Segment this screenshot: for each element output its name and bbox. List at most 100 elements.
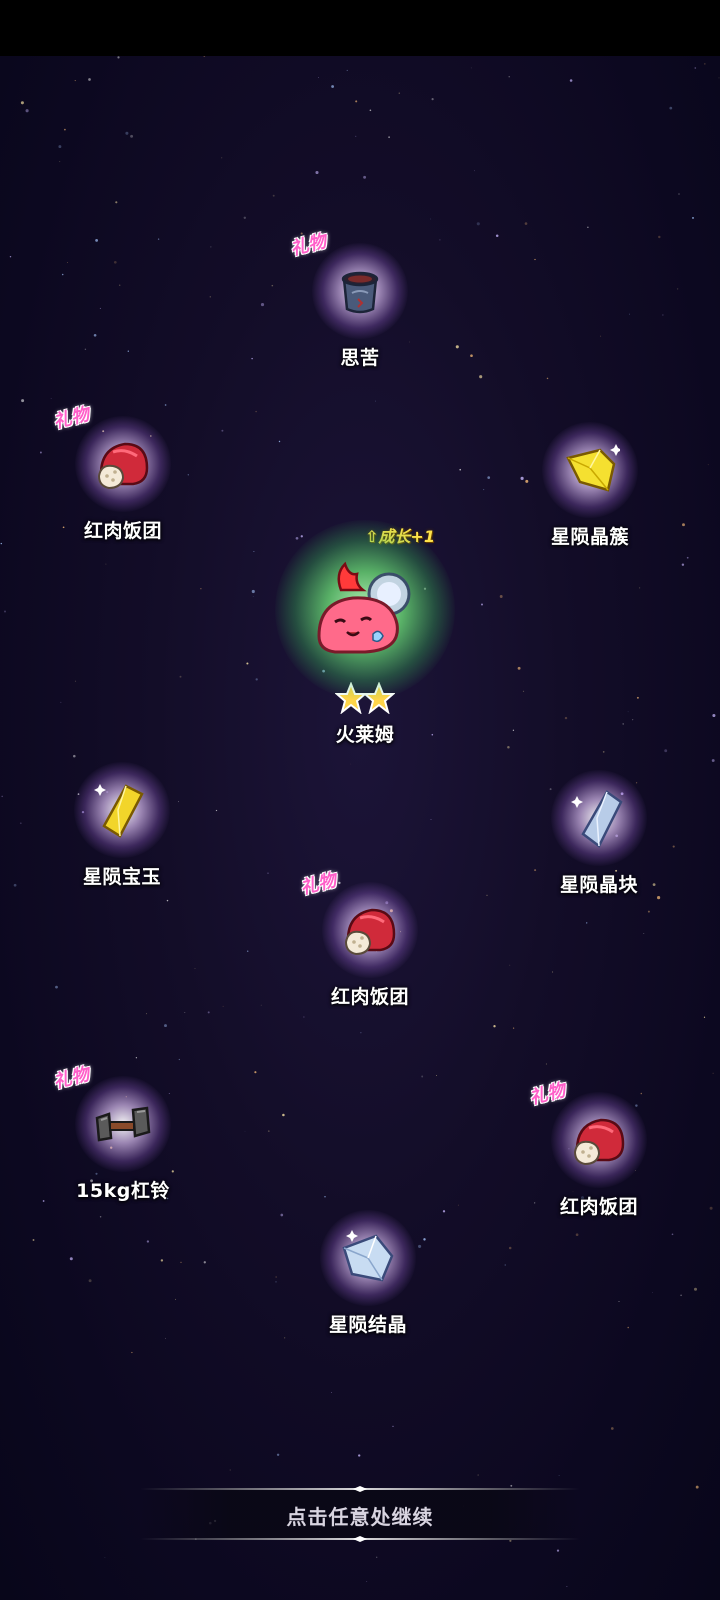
background-star — [546, 377, 549, 380]
item-glow — [322, 882, 418, 978]
background-star — [194, 968, 196, 969]
background-star — [524, 222, 528, 225]
background-star — [509, 1539, 512, 1542]
background-star — [355, 100, 358, 103]
item-glow — [320, 1210, 416, 1306]
background-star — [166, 899, 169, 902]
blue-crystal-icon — [571, 790, 623, 848]
background-star — [664, 749, 668, 753]
background-star — [350, 763, 352, 765]
background-star — [267, 1130, 270, 1132]
reward-item-rice-ball[interactable]: 礼物 红肉饭团 — [33, 404, 213, 543]
background-star — [146, 1013, 148, 1015]
item-label: 思苦 — [340, 347, 380, 369]
yellow-star-crystal-icon — [566, 444, 620, 492]
gift-tag: 礼物 — [51, 1063, 92, 1093]
gift-tag: 礼物 — [51, 403, 92, 433]
background-star — [0, 542, 3, 545]
background-star — [13, 883, 17, 887]
background-star — [244, 1130, 246, 1132]
reward-item-star-gem[interactable]: 星陨宝玉 — [32, 762, 212, 889]
background-star — [474, 170, 475, 172]
reward-item-star-crystal-cluster[interactable]: 星陨晶簇 — [500, 422, 680, 549]
background-star — [587, 226, 589, 228]
tap-to-continue-bar[interactable]: 点击任意处继续 — [140, 1486, 580, 1542]
dumbbell-icon — [95, 1106, 151, 1142]
background-star — [355, 135, 357, 138]
background-star — [59, 161, 61, 163]
item-glow — [551, 1092, 647, 1188]
hero-character[interactable]: ⇧成长+1 火莱姆 — [265, 520, 465, 747]
background-star — [470, 354, 473, 358]
background-star — [243, 216, 246, 219]
reward-item-star-crystal-chunk[interactable]: 星陨晶块 — [509, 770, 689, 897]
reward-item-sleep-pot[interactable]: 礼物 思苦 — [270, 231, 450, 370]
background-star — [431, 98, 434, 101]
reward-screen[interactable]: 礼物 思苦 礼物 红肉饭团 星陨晶簇 火莱姆 星陨宝玉 星陨晶块 礼物 红肉饭团… — [0, 0, 720, 1600]
background-star — [457, 1204, 459, 1206]
background-star — [175, 1298, 177, 1300]
rice-ball-icon — [573, 1118, 625, 1166]
background-star — [284, 1337, 286, 1339]
reward-item-rice-ball[interactable]: 礼物 红肉饭团 — [509, 1080, 689, 1219]
background-star — [1, 795, 3, 798]
background-star — [569, 79, 573, 82]
background-star — [534, 258, 536, 261]
item-glow — [542, 422, 638, 518]
background-star — [430, 819, 432, 821]
item-label: 星陨结晶 — [328, 1314, 407, 1336]
background-star — [363, 175, 367, 179]
reward-item-dumbbell[interactable]: 礼物 15kg杠铃 — [33, 1064, 213, 1203]
item-label: 星陨宝玉 — [82, 866, 161, 888]
background-star — [693, 1287, 698, 1291]
background-star — [662, 314, 664, 316]
background-star — [512, 729, 515, 731]
background-star — [470, 67, 472, 69]
background-star — [203, 56, 206, 57]
background-star — [376, 1556, 378, 1558]
reward-item-star-crystal[interactable]: 星陨结晶 — [278, 1210, 458, 1337]
blue-star-crystal-icon — [342, 1230, 394, 1282]
background-star — [495, 234, 499, 237]
fire-slime-icon — [317, 561, 411, 654]
background-star — [600, 335, 602, 337]
background-star — [131, 1351, 133, 1354]
background-star — [164, 404, 167, 406]
background-star — [164, 1337, 167, 1339]
background-star — [652, 1292, 653, 1293]
background-star — [254, 1071, 257, 1074]
item-label: 星陨晶簇 — [550, 526, 629, 548]
background-star — [499, 595, 503, 598]
background-star — [358, 1454, 361, 1457]
background-star — [275, 1276, 277, 1278]
background-star — [360, 1032, 362, 1034]
background-star — [20, 101, 24, 105]
background-star — [366, 1581, 368, 1582]
background-star — [421, 1075, 424, 1078]
background-star — [704, 63, 706, 65]
background-star — [32, 1239, 35, 1241]
background-star — [222, 1005, 224, 1007]
background-star — [229, 1469, 231, 1471]
tap-to-continue-text: 点击任意处继续 — [286, 1505, 434, 1529]
background-star — [517, 666, 521, 670]
diamond-ornament-icon — [353, 1536, 367, 1542]
background-star — [255, 410, 257, 413]
background-star — [278, 440, 281, 443]
background-star — [712, 713, 716, 718]
background-star — [575, 1233, 579, 1237]
background-star — [130, 134, 134, 138]
item-glow — [312, 243, 408, 339]
item-label: 15kg杠铃 — [76, 1180, 170, 1202]
hero-name: 火莱姆 — [335, 724, 395, 746]
background-star — [459, 468, 461, 471]
background-star — [275, 1281, 277, 1283]
background-star — [507, 746, 510, 749]
background-star — [160, 1259, 164, 1262]
reward-item-rice-ball[interactable]: 礼物 红肉饭团 — [280, 870, 460, 1009]
background-star — [602, 751, 605, 753]
background-star — [135, 1057, 138, 1059]
background-star — [93, 333, 97, 337]
background-star — [58, 145, 62, 149]
background-star — [346, 69, 348, 71]
